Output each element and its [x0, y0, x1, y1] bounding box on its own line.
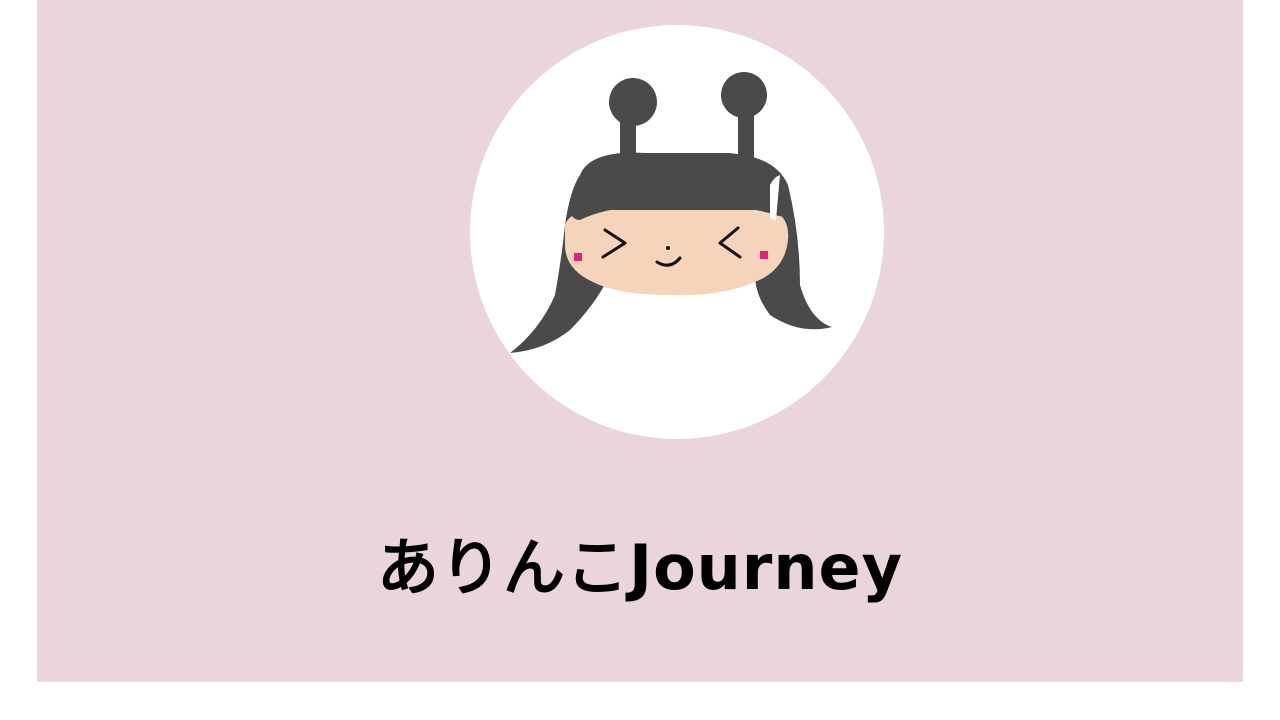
avatar[interactable] [470, 25, 884, 439]
header-card: ありんこJourney [37, 0, 1243, 682]
ant-girl-avatar-icon [470, 25, 884, 439]
site-title[interactable]: ありんこJourney [37, 528, 1243, 608]
